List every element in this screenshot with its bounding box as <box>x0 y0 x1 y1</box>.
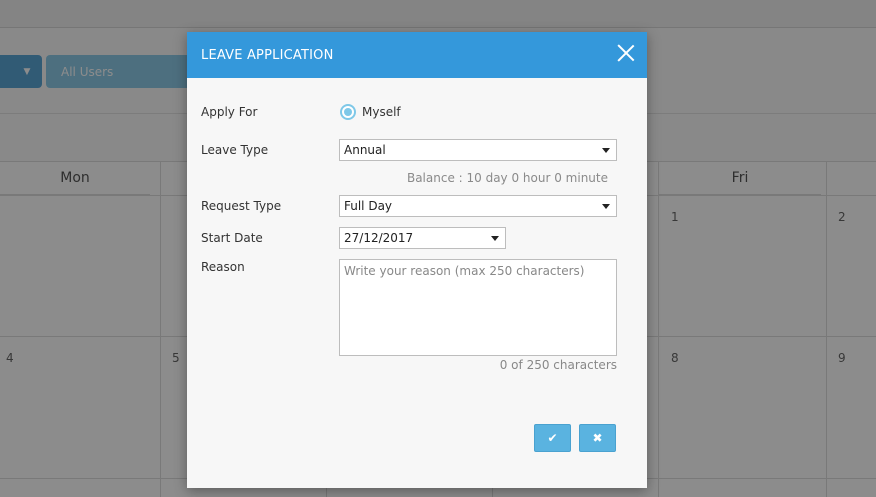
caret-down-icon <box>491 236 499 241</box>
request-type-label: Request Type <box>201 199 282 213</box>
check-icon: ✔ <box>547 431 558 445</box>
reason-char-counter: 0 of 250 characters <box>499 358 617 372</box>
caret-down-icon <box>602 148 610 153</box>
cross-icon: ✖ <box>592 431 603 445</box>
myself-option-label: Myself <box>362 105 401 119</box>
leave-type-value: Annual <box>344 143 386 157</box>
leave-application-dialog: LEAVE APPLICATION Apply For Myself Leave… <box>187 32 647 488</box>
reason-label: Reason <box>201 260 245 274</box>
start-date-picker[interactable]: 27/12/2017 <box>339 227 506 249</box>
apply-for-myself-radio[interactable]: Myself <box>340 104 401 120</box>
cancel-button[interactable]: ✖ <box>579 424 616 452</box>
apply-for-label: Apply For <box>201 105 258 119</box>
close-icon[interactable] <box>617 44 635 62</box>
radio-selected-icon[interactable] <box>340 104 356 120</box>
dialog-header: LEAVE APPLICATION <box>187 32 647 78</box>
dialog-title: LEAVE APPLICATION <box>201 47 334 63</box>
start-date-value: 27/12/2017 <box>344 231 414 245</box>
reason-textarea[interactable]: Write your reason (max 250 characters) <box>339 259 617 356</box>
leave-balance-text: Balance : 10 day 0 hour 0 minute <box>406 171 608 185</box>
start-date-label: Start Date <box>201 231 263 245</box>
request-type-value: Full Day <box>344 199 393 213</box>
leave-type-select[interactable]: Annual <box>339 139 617 161</box>
confirm-button[interactable]: ✔ <box>534 424 571 452</box>
request-type-select[interactable]: Full Day <box>339 195 617 217</box>
leave-type-label: Leave Type <box>201 143 269 157</box>
caret-down-icon <box>602 204 610 209</box>
